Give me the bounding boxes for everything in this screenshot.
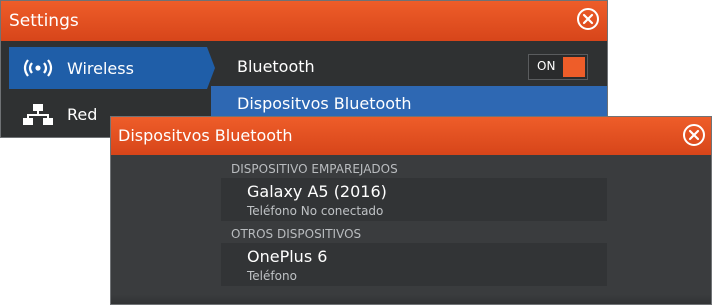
section-heading-paired: DISPOSITIVO EMPAREJADOS: [231, 162, 398, 176]
settings-titlebar: Settings: [1, 1, 607, 41]
network-icon: [23, 104, 53, 125]
device-name: Galaxy A5 (2016): [247, 182, 387, 201]
sidebar-item-wireless[interactable]: Wireless: [9, 47, 207, 89]
device-name: OnePlus 6: [247, 247, 328, 266]
dialog-titlebar: Dispositvos Bluetooth: [111, 117, 711, 155]
bluetooth-label: Bluetooth: [237, 57, 315, 76]
settings-title: Settings: [9, 11, 79, 31]
list-item-device[interactable]: Galaxy A5 (2016) Teléfono No conectado: [221, 178, 607, 221]
sidebar-item-label: Red: [67, 105, 98, 124]
device-status: Teléfono No conectado: [247, 204, 384, 218]
active-pointer: [207, 47, 215, 89]
close-icon[interactable]: [683, 124, 705, 146]
list-item-device[interactable]: OnePlus 6 Teléfono: [221, 243, 607, 286]
device-status: Teléfono: [247, 269, 297, 283]
sidebar-item-label: Wireless: [67, 59, 134, 78]
dialog-bottom-edge: [111, 294, 711, 304]
wireless-icon: [23, 59, 53, 77]
bluetooth-toggle[interactable]: ON: [528, 54, 588, 80]
toggle-knob: [563, 57, 585, 77]
toggle-state: ON: [537, 59, 556, 73]
bluetooth-devices-dialog: Dispositvos Bluetooth DISPOSITIVO EMPARE…: [110, 116, 712, 305]
section-heading-other: OTROS DISPOSITIVOS: [231, 227, 362, 241]
dialog-title: Dispositvos Bluetooth: [118, 126, 293, 145]
bluetooth-devices-label: Dispositvos Bluetooth: [237, 94, 412, 113]
close-icon[interactable]: [577, 8, 599, 30]
